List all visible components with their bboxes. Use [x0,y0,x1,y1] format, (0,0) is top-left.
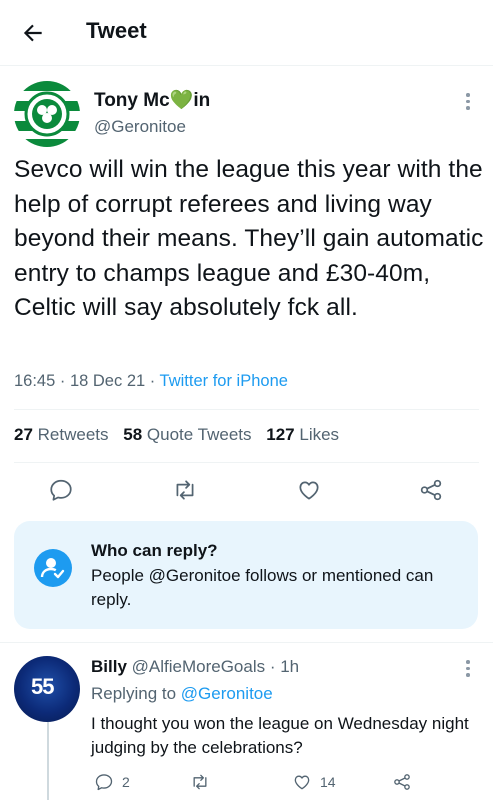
reply-replies-count: 2 [122,774,130,790]
replying-to-prefix: Replying to [91,684,181,703]
reply-share-button[interactable] [392,771,420,793]
tweet-text: Sevco will win the league this year with… [14,156,484,321]
reply-likes-count: 14 [320,774,336,790]
share-icon[interactable] [418,477,444,503]
author-name[interactable]: Tony Mc💚in [94,88,210,112]
quotes-label: Quote Tweets [146,425,252,444]
back-arrow-icon[interactable] [20,20,46,46]
likes-stat[interactable]: 127 Likes [266,425,339,444]
reply-author-handle: @AlfieMoreGoals · 1h [131,657,300,676]
quotes-count: 58 [123,425,143,444]
reply-retweet-button[interactable] [190,771,218,793]
like-icon [294,775,310,790]
reply-icon[interactable] [48,477,74,503]
reply-more-icon[interactable] [466,660,470,680]
retweets-label: Retweets [37,425,109,444]
divider [14,462,479,463]
who-can-reply-text: People @Geronitoe follows or mentioned c… [91,566,434,609]
top-bar: Tweet [0,0,493,66]
retweet-icon [193,774,207,790]
tweet-actions [0,475,493,507]
reply-like-button[interactable]: 14 [292,771,336,793]
replying-to: Replying to @Geronitoe [91,684,273,704]
author-name-prefix: Tony Mc [94,90,170,111]
reply-text: I thought you won the league on Wednesda… [91,714,469,757]
author-avatar[interactable] [14,81,80,147]
page-title: Tweet [86,18,147,43]
reply-author-name: Billy [91,657,127,676]
reply-author[interactable]: Billy @AlfieMoreGoals · 1h [91,657,299,677]
likes-label: Likes [299,425,340,444]
divider [14,409,479,410]
quote-tweets-stat[interactable]: 58 Quote Tweets [123,425,251,444]
likes-count: 127 [266,425,295,444]
retweets-count: 27 [14,425,33,444]
reply-actions: 2 14 [0,771,493,795]
author-name-suffix: in [193,90,211,111]
reply-icon [95,774,113,791]
who-can-reply-title: Who can reply? [91,541,218,560]
green-heart-emoji: 💚 [169,90,194,111]
tweet-timestamp[interactable]: 16:45 · 18 Dec 21 · [14,372,160,390]
tweet-stats: 27 Retweets 58 Quote Tweets 127 Likes [14,425,349,445]
divider [0,642,493,643]
celtic-badge-icon [14,81,80,147]
retweet-icon[interactable] [172,477,198,503]
person-check-icon [34,549,72,587]
share-icon [394,774,410,790]
tweet-meta: 16:45 · 18 Dec 21 · Twitter for iPhone [14,372,288,391]
like-icon[interactable] [296,477,322,503]
author-handle[interactable]: @Geronitoe [94,117,186,137]
retweets-stat[interactable]: 27 Retweets [14,425,109,444]
more-icon[interactable] [466,93,470,113]
who-can-reply-box: Who can reply? People @Geronitoe follows… [14,521,478,629]
avatar-logo-number: 55 [31,674,55,699]
reply-author-avatar[interactable]: 55 [14,656,80,722]
tweet-source-link[interactable]: Twitter for iPhone [160,372,288,390]
replying-to-link[interactable]: @Geronitoe [181,684,273,703]
reply-reply-button[interactable]: 2 [94,771,130,793]
